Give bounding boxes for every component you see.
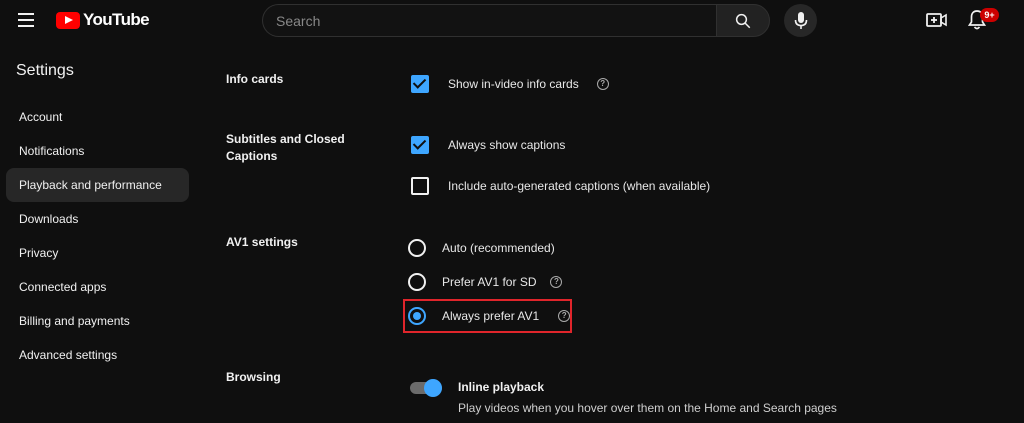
sidebar-item-advanced-settings[interactable]: Advanced settings bbox=[6, 338, 189, 372]
create-button[interactable] bbox=[926, 10, 948, 30]
av1-auto-radio[interactable] bbox=[408, 239, 426, 257]
show-info-cards-label: Show in-video info cards bbox=[448, 77, 579, 91]
toggle-knob bbox=[424, 379, 442, 397]
sidebar-item-connected-apps[interactable]: Connected apps bbox=[6, 270, 189, 304]
always-show-captions-label: Always show captions bbox=[448, 138, 566, 152]
av1-auto-label: Auto (recommended) bbox=[442, 241, 555, 255]
av1-always-option[interactable]: Always prefer AV1 ? bbox=[408, 307, 571, 325]
subtitles-label: Subtitles and Closed Captions bbox=[226, 132, 345, 163]
info-cards-option[interactable]: Show in-video info cards ? bbox=[411, 75, 609, 93]
search-icon bbox=[735, 13, 751, 28]
help-icon[interactable]: ? bbox=[558, 310, 571, 322]
notification-count-badge: 9+ bbox=[980, 8, 999, 22]
auto-generated-captions-label: Include auto-generated captions (when av… bbox=[448, 179, 711, 193]
sidebar-item-account[interactable]: Account bbox=[6, 100, 189, 134]
inline-playback-toggle[interactable] bbox=[410, 379, 442, 397]
search-button[interactable] bbox=[716, 4, 770, 37]
top-bar: YouTube 9+ bbox=[0, 0, 1024, 40]
microphone-icon bbox=[794, 11, 807, 29]
sidebar-item-downloads[interactable]: Downloads bbox=[6, 202, 189, 236]
av1-sd-option[interactable]: Prefer AV1 for SD ? bbox=[408, 273, 563, 291]
youtube-play-icon bbox=[56, 11, 80, 29]
inline-playback-title: Inline playback bbox=[458, 380, 545, 394]
av1-always-radio[interactable] bbox=[408, 307, 426, 325]
auto-generated-captions-checkbox[interactable] bbox=[411, 177, 429, 195]
browsing-label: Browsing bbox=[226, 370, 281, 384]
settings-nav: Account Notifications Playback and perfo… bbox=[6, 100, 189, 372]
sidebar-item-playback-and-performance[interactable]: Playback and performance bbox=[6, 168, 189, 202]
sidebar-item-privacy[interactable]: Privacy bbox=[6, 236, 189, 270]
search-input[interactable] bbox=[263, 5, 716, 36]
help-icon[interactable]: ? bbox=[596, 78, 609, 90]
info-cards-label: Info cards bbox=[226, 72, 284, 86]
sidebar-item-notifications[interactable]: Notifications bbox=[6, 134, 189, 168]
youtube-logo[interactable]: YouTube bbox=[56, 10, 150, 30]
auto-generated-captions-option[interactable]: Include auto-generated captions (when av… bbox=[411, 177, 710, 195]
av1-sd-label: Prefer AV1 for SD bbox=[442, 275, 537, 289]
av1-auto-option[interactable]: Auto (recommended) bbox=[408, 239, 555, 257]
sidebar-item-billing-and-payments[interactable]: Billing and payments bbox=[6, 304, 189, 338]
settings-title: Settings bbox=[16, 62, 74, 79]
logo-text: YouTube bbox=[83, 10, 150, 29]
inline-playback-description: Play videos when you hover over them on … bbox=[458, 401, 837, 415]
always-show-captions-checkbox[interactable] bbox=[411, 136, 429, 154]
av1-settings-label: AV1 settings bbox=[226, 235, 298, 249]
av1-always-label: Always prefer AV1 bbox=[442, 309, 540, 323]
always-show-captions-option[interactable]: Always show captions bbox=[411, 136, 565, 154]
voice-search-button[interactable] bbox=[784, 4, 817, 37]
help-icon[interactable]: ? bbox=[550, 276, 563, 288]
menu-icon[interactable] bbox=[18, 13, 34, 27]
show-info-cards-checkbox[interactable] bbox=[411, 75, 429, 93]
search-box bbox=[262, 4, 716, 37]
create-video-icon bbox=[926, 13, 947, 27]
av1-sd-radio[interactable] bbox=[408, 273, 426, 291]
